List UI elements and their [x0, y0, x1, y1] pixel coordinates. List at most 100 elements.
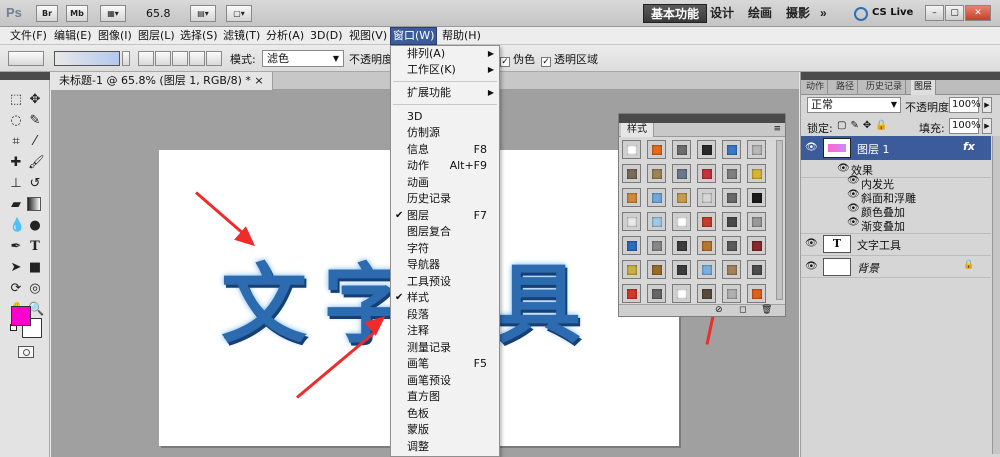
style-swatch[interactable]: [672, 260, 691, 279]
3d-orbit-tool-icon[interactable]: ◎: [28, 282, 42, 296]
visibility-eye-icon[interactable]: 👁: [805, 261, 818, 273]
visibility-eye-icon[interactable]: 👁: [847, 189, 860, 201]
style-swatch[interactable]: [622, 260, 641, 279]
mini-bridge-button[interactable]: Mb: [66, 5, 88, 22]
menu-item-actions[interactable]: 动作 Alt+F9: [391, 158, 499, 174]
style-swatch[interactable]: [622, 284, 641, 303]
fill-input[interactable]: 100%: [949, 118, 981, 134]
menu-3d[interactable]: 3D(D): [308, 27, 345, 45]
style-swatch[interactable]: [672, 140, 691, 159]
style-swatch[interactable]: [647, 140, 666, 159]
style-swatch[interactable]: [672, 284, 691, 303]
menu-image[interactable]: 图像(I): [96, 27, 134, 45]
style-swatch[interactable]: [647, 164, 666, 183]
lasso-tool-icon[interactable]: ◌: [9, 114, 23, 128]
menu-item-notes[interactable]: 注释: [391, 323, 499, 339]
style-swatch[interactable]: [747, 212, 766, 231]
style-swatch[interactable]: [672, 236, 691, 255]
menu-view[interactable]: 视图(V): [347, 27, 389, 45]
style-swatch-none[interactable]: [622, 140, 641, 159]
blend-mode-select[interactable]: 正常 ▼: [807, 97, 901, 113]
trash-icon[interactable]: 🗑: [761, 305, 772, 316]
workspace-painting[interactable]: 绘画: [748, 4, 772, 23]
cs-live-button[interactable]: CS Live: [872, 7, 913, 18]
styles-scrollbar[interactable]: [776, 140, 783, 300]
close-button[interactable]: ✕: [965, 5, 991, 21]
tab-layers[interactable]: 图层: [911, 80, 937, 95]
blur-tool-icon[interactable]: 💧: [9, 219, 25, 233]
quick-selection-tool-icon[interactable]: ✎: [28, 114, 42, 128]
style-swatch[interactable]: [672, 188, 691, 207]
menu-item-brush[interactable]: 画笔 F5: [391, 356, 499, 372]
layers-scrollbar[interactable]: [992, 136, 1000, 454]
quick-mask-button[interactable]: [18, 346, 34, 358]
type-tool-icon[interactable]: T: [28, 240, 42, 254]
styles-panel-header[interactable]: [619, 114, 785, 123]
style-swatch[interactable]: [722, 260, 741, 279]
menu-item-extensions[interactable]: 扩展功能 ▶: [391, 85, 499, 101]
menu-item-masks[interactable]: 蒙版: [391, 422, 499, 438]
menu-item-workspace[interactable]: 工作区(K) ▶: [391, 62, 499, 78]
clone-stamp-tool-icon[interactable]: ⊥: [9, 177, 23, 191]
style-swatch[interactable]: [647, 188, 666, 207]
style-swatch[interactable]: [697, 140, 716, 159]
view-extras-button[interactable]: ▦▾: [100, 5, 126, 22]
arrange-documents-button[interactable]: ▤▾: [190, 5, 216, 22]
style-swatch[interactable]: [622, 164, 641, 183]
menu-item-history[interactable]: 历史记录: [391, 191, 499, 207]
style-swatch[interactable]: [672, 212, 691, 231]
brush-tool-icon[interactable]: 🖌: [28, 156, 45, 170]
more-workspaces-button[interactable]: »: [820, 4, 827, 23]
visibility-eye-icon[interactable]: 👁: [847, 175, 860, 187]
menu-item-tool-presets[interactable]: 工具预设: [391, 274, 499, 290]
tab-styles[interactable]: 样式: [621, 123, 654, 137]
menu-item-brush-presets[interactable]: 画笔预设: [391, 373, 499, 389]
style-swatch[interactable]: [722, 188, 741, 207]
menu-item-adjustments[interactable]: 调整: [391, 439, 499, 455]
style-swatch[interactable]: [722, 236, 741, 255]
style-swatch[interactable]: [697, 236, 716, 255]
visibility-eye-icon[interactable]: 👁: [805, 142, 818, 154]
style-swatch[interactable]: [697, 188, 716, 207]
screen-mode-button[interactable]: ▢▾: [226, 5, 252, 22]
layer-row-background[interactable]: 👁 背景 🔒: [801, 256, 991, 278]
diamond-gradient-button[interactable]: [206, 51, 222, 66]
style-swatch[interactable]: [747, 260, 766, 279]
style-swatch[interactable]: [747, 164, 766, 183]
layer-row-text[interactable]: 👁 T 文字工具: [801, 232, 991, 256]
shape-tool-icon[interactable]: ■: [28, 261, 42, 275]
workspace-photography[interactable]: 摄影: [786, 4, 810, 23]
menu-item-info[interactable]: 信息 F8: [391, 142, 499, 158]
visibility-eye-icon[interactable]: 👁: [805, 238, 818, 250]
style-swatch[interactable]: [647, 236, 666, 255]
linear-gradient-button[interactable]: [138, 51, 154, 66]
visibility-eye-icon[interactable]: 👁: [847, 217, 860, 229]
menu-item-paragraph[interactable]: 段落: [391, 307, 499, 323]
style-swatch[interactable]: [647, 284, 666, 303]
healing-brush-tool-icon[interactable]: ✚: [9, 156, 23, 170]
workspace-design[interactable]: 设计: [710, 4, 734, 23]
style-swatch[interactable]: [697, 284, 716, 303]
3d-rotate-tool-icon[interactable]: ⟳: [9, 282, 23, 296]
style-swatch[interactable]: [647, 260, 666, 279]
clear-style-icon[interactable]: ⊘: [715, 305, 723, 316]
menu-item-layer-comps[interactable]: 图层复合: [391, 224, 499, 240]
menu-file[interactable]: 文件(F): [8, 27, 49, 45]
workspace-essentials[interactable]: 基本功能: [643, 4, 708, 23]
menu-item-layers[interactable]: ✔ 图层 F7: [391, 208, 499, 224]
style-swatch[interactable]: [747, 188, 766, 207]
style-swatch[interactable]: [722, 140, 741, 159]
menu-analysis[interactable]: 分析(A): [264, 27, 306, 45]
transparency-checkbox[interactable]: ✓ 透明区域: [541, 51, 598, 67]
pen-tool-icon[interactable]: ✒: [9, 240, 23, 254]
reflected-gradient-button[interactable]: [189, 51, 205, 66]
style-swatch[interactable]: [722, 164, 741, 183]
bridge-button[interactable]: Br: [36, 5, 58, 22]
tab-paths[interactable]: 路径: [833, 80, 859, 95]
menu-item-navigator[interactable]: 导航器: [391, 257, 499, 273]
style-swatch[interactable]: [697, 212, 716, 231]
style-swatch[interactable]: [722, 284, 741, 303]
tool-preset-picker[interactable]: [8, 51, 44, 66]
menu-help[interactable]: 帮助(H): [440, 27, 483, 45]
menu-select[interactable]: 选择(S): [178, 27, 220, 45]
